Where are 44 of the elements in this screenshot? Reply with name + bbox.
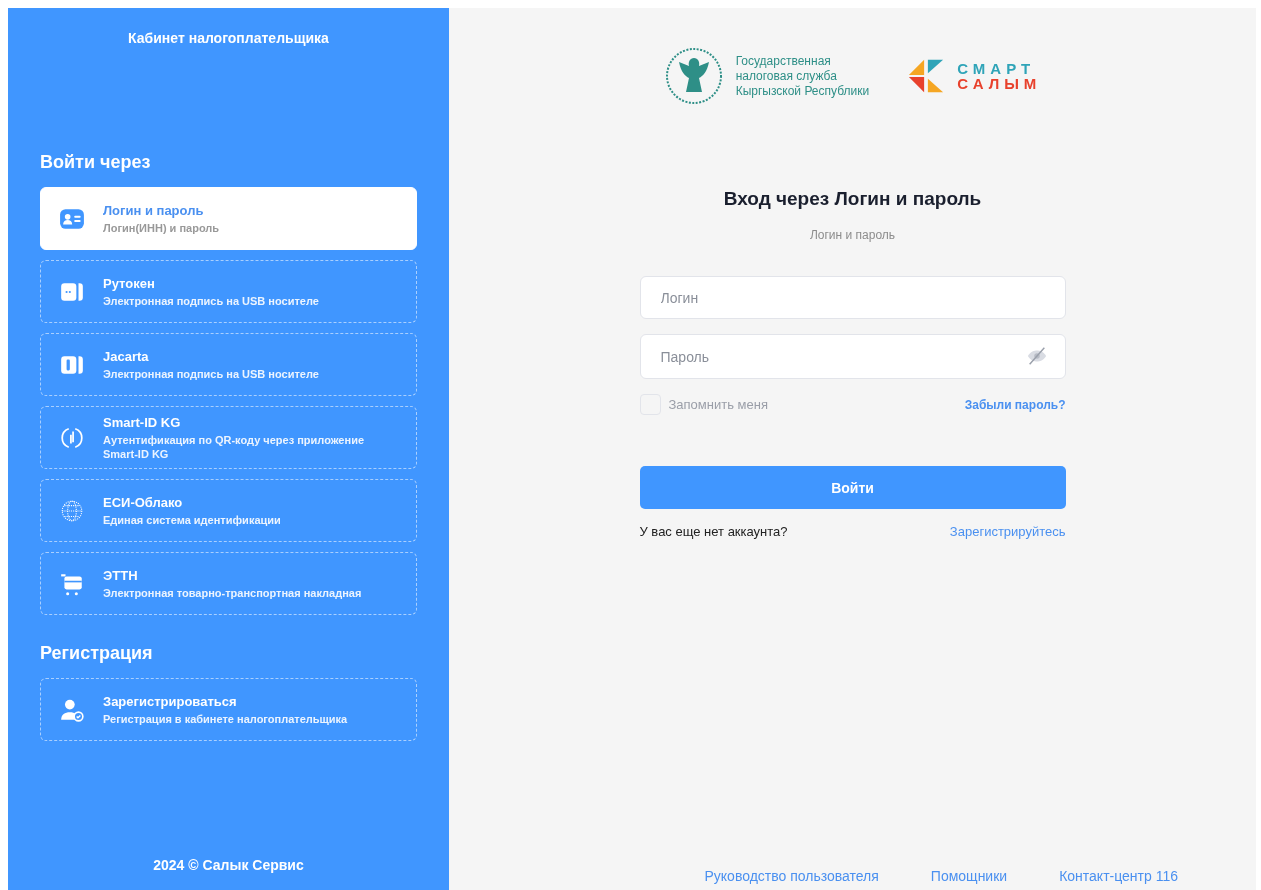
copyright-text: 2024 © Салык Сервис bbox=[152, 857, 305, 873]
method-title: Зарегистрироваться bbox=[103, 693, 238, 709]
method-title: ЭТТН bbox=[103, 567, 139, 583]
login-method-card[interactable]: ЕСИ-Облако Единая система идентификации bbox=[40, 479, 417, 542]
login-method-card[interactable]: Зарегистрироваться Регистрация в кабинете налогоплательщика bbox=[40, 678, 417, 741]
method-description: Логин(ИНН) и пароль bbox=[103, 220, 220, 235]
forgot-password-link[interactable]: Забыли пароль? bbox=[964, 397, 1066, 412]
agency-name: Кыргызской Республики bbox=[735, 83, 870, 99]
login-method-card[interactable]: ЭТТН Электронная товарно-транспортная накладная bbox=[40, 552, 417, 615]
method-title: Smart-ID KG bbox=[103, 414, 182, 430]
login-button[interactable]: Войти bbox=[639, 466, 1066, 509]
agency-name: налоговая служба bbox=[735, 68, 838, 84]
method-description: Аутентификация по QR-коду через приложение Smart-ID KG bbox=[103, 432, 365, 461]
method-title: ЕСИ-Облако bbox=[103, 494, 184, 510]
login-method-card[interactable]: Smart-ID KG Аутентификация по QR-коду через приложение Smart-ID KG bbox=[40, 406, 417, 469]
method-description: Регистрация в кабинете налогоплательщика bbox=[103, 711, 348, 726]
remember-label: Запомнить меня bbox=[668, 397, 768, 412]
login-method-card[interactable]: Jacarta Электронная подпись на USB носителе bbox=[40, 333, 417, 396]
no-account-text: У вас еще нет аккаунта? bbox=[639, 524, 788, 539]
section-heading: Войти через bbox=[40, 152, 152, 173]
login-field[interactable]: Логин bbox=[639, 276, 1066, 319]
brand-name: САЛЫМ bbox=[957, 76, 1042, 91]
method-description: Электронная подпись на USB носителе bbox=[103, 366, 319, 381]
emblem-icon bbox=[663, 46, 724, 106]
footer-link[interactable]: Помощники bbox=[930, 868, 1008, 884]
method-description: Электронная подпись на USB носителе bbox=[103, 293, 319, 308]
login-method-card[interactable]: Рутокен Электронная подпись на USB носителе bbox=[40, 260, 417, 323]
method-description: Единая система идентификации bbox=[103, 512, 281, 527]
brand-name: СМАРТ bbox=[957, 61, 1037, 76]
footer-link[interactable]: Руководство пользователя bbox=[704, 868, 879, 884]
login-method-card[interactable]: Логин и пароль Логин(ИНН) и пароль bbox=[40, 187, 417, 250]
form-title: Вход через Логин и пароль bbox=[722, 188, 983, 210]
form-subtitle: Логин и пароль bbox=[808, 228, 897, 242]
method-title: Логин и пароль bbox=[103, 202, 205, 218]
section-heading: Регистрация bbox=[40, 643, 154, 664]
eye-off-icon[interactable] bbox=[1025, 345, 1048, 367]
method-description: Электронная товарно-транспортная накладная bbox=[103, 585, 362, 600]
method-title: Рутокен bbox=[103, 275, 156, 291]
method-title: Jacarta bbox=[103, 348, 150, 364]
register-link[interactable]: Зарегистрируйтесь bbox=[949, 524, 1066, 539]
sidebar-title: Кабинет налогоплательщика bbox=[127, 30, 330, 46]
password-field[interactable]: Пароль bbox=[639, 334, 1066, 379]
footer-link[interactable]: Контакт-центр 116 bbox=[1059, 868, 1178, 884]
agency-name: Государственная bbox=[735, 53, 832, 69]
